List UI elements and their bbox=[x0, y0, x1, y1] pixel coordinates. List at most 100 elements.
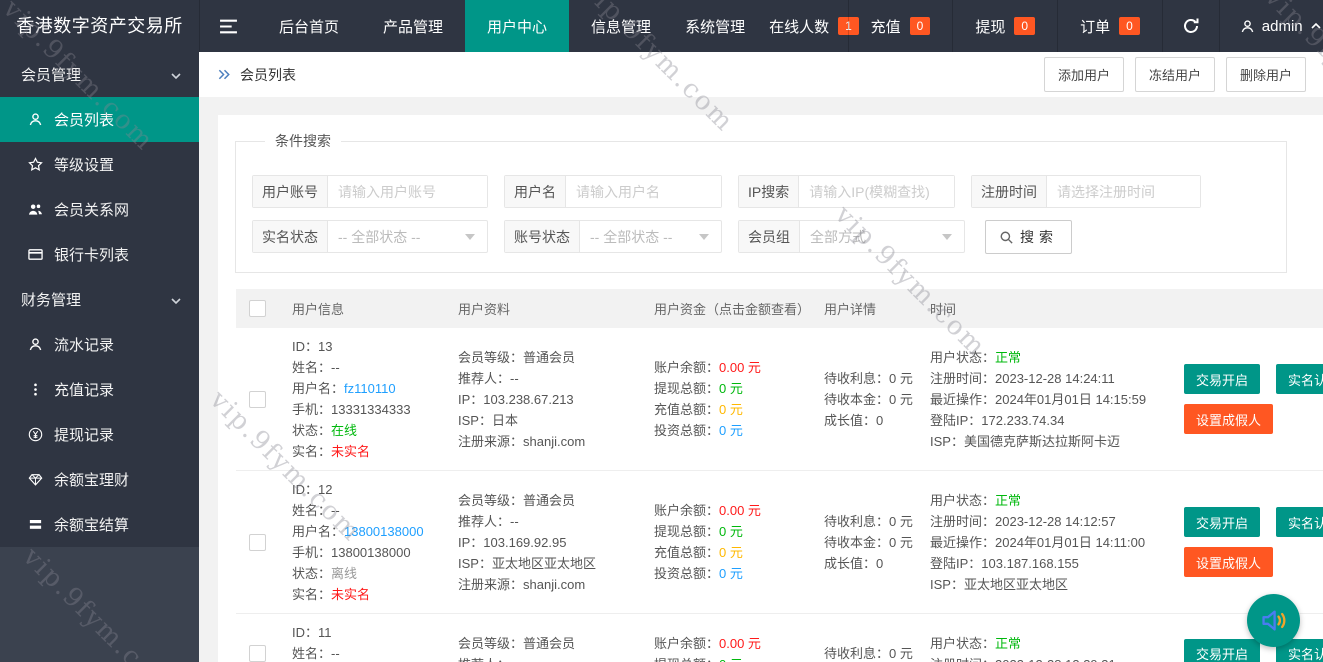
field-value[interactable]: 0.00 元 bbox=[719, 360, 761, 375]
search-input-4[interactable] bbox=[1047, 176, 1200, 207]
filter-select-1[interactable]: -- 全部状态 -- bbox=[328, 221, 487, 252]
field-value[interactable]: 0 元 bbox=[719, 524, 743, 539]
field-value: -- bbox=[331, 503, 340, 518]
user-time-cell: 用户状态：正常 注册时间：2023-12-28 14:24:11 最近操作：2024… bbox=[916, 347, 1170, 452]
field-value[interactable]: fz110110 bbox=[344, 381, 396, 396]
sidebar-group-6[interactable]: 财务管理 bbox=[0, 277, 199, 322]
field-line: 成长值：0 bbox=[824, 553, 916, 574]
field-line: 注册来源：shanji.com bbox=[458, 431, 640, 452]
field-value[interactable]: 0 元 bbox=[719, 381, 743, 396]
search-button[interactable]: 搜索 bbox=[985, 220, 1072, 254]
floating-audio-button[interactable] bbox=[1247, 594, 1300, 647]
search-input-1[interactable] bbox=[328, 176, 487, 207]
row-checkbox[interactable] bbox=[248, 390, 266, 408]
field-line: 姓名：-- bbox=[292, 357, 444, 378]
field-label: ID： bbox=[292, 625, 319, 640]
collapse-menu-button[interactable] bbox=[199, 0, 257, 52]
field-label: 待收利息： bbox=[824, 513, 890, 529]
field-line: ID：12 bbox=[292, 479, 444, 500]
field-label: 注册时间： bbox=[930, 657, 995, 662]
row-action-button-2[interactable]: 实名认证 bbox=[1276, 364, 1323, 394]
sidebar-item-3[interactable]: 等级设置 bbox=[0, 142, 199, 187]
field-value: -- bbox=[331, 360, 340, 375]
nav-item-label: 充值 bbox=[870, 18, 901, 36]
search-field-2: 用户名 bbox=[504, 175, 722, 208]
row-checkbox[interactable] bbox=[248, 533, 266, 551]
page-action-button-1[interactable]: 添加用户 bbox=[1043, 57, 1124, 92]
nav-item-2[interactable]: 产品管理 bbox=[361, 0, 465, 52]
select-all-checkbox[interactable] bbox=[248, 300, 266, 317]
search-input-3[interactable] bbox=[799, 176, 954, 207]
field-value[interactable]: 0.00 元 bbox=[719, 636, 761, 651]
row-action-button-3[interactable]: 设置成假人 bbox=[1184, 404, 1274, 434]
count-badge: 0 bbox=[1014, 17, 1036, 35]
sidebar-item-10[interactable]: 余额宝理财 bbox=[0, 457, 199, 502]
field-label: 成长值： bbox=[824, 555, 877, 571]
nav-item-1[interactable]: 后台首页 bbox=[257, 0, 361, 52]
sidebar-item-4[interactable]: 会员关系网 bbox=[0, 187, 199, 232]
search-row-1: 用户账号 用户名 IP搜索 注册时间 bbox=[252, 175, 1286, 208]
sidebar-item-11[interactable]: 余额宝结算 bbox=[0, 502, 199, 547]
field-line: 注册时间：2023-12-28 13:39:31 bbox=[930, 654, 1170, 662]
field-line: 用户状态：正常 bbox=[930, 490, 1170, 511]
field-value[interactable]: 13800138000 bbox=[344, 524, 424, 539]
users-icon bbox=[27, 202, 44, 217]
search-panel: 条件搜索 用户账号用户名IP搜索注册时间 实名状态-- 全部状态 --账号状态-… bbox=[235, 131, 1287, 273]
filter-select-3[interactable]: 全部方式 bbox=[800, 221, 964, 252]
field-line: 待收利息：0 元 bbox=[824, 368, 916, 389]
user-menu[interactable]: admin bbox=[1218, 0, 1323, 52]
field-label: 投资总额： bbox=[654, 566, 720, 581]
field-value[interactable]: 0 元 bbox=[719, 657, 743, 662]
field-line: 用户名：13800138000 bbox=[292, 521, 444, 542]
field-value: -- bbox=[510, 657, 519, 662]
row-action-button-1[interactable]: 交易开启 bbox=[1184, 638, 1261, 662]
user-info-cell: ID：13 姓名：-- 用户名：fz110110 手机：13331334333 状态：在… bbox=[278, 336, 444, 462]
field-label: 会员等级： bbox=[458, 635, 524, 651]
filter-select-2[interactable]: -- 全部状态 -- bbox=[580, 221, 721, 252]
nav-right-item-2[interactable]: 提现 0 bbox=[952, 0, 1057, 52]
sidebar-item-5[interactable]: 银行卡列表 bbox=[0, 232, 199, 277]
sidebar-item-label: 充值记录 bbox=[54, 382, 115, 399]
row-action-button-1[interactable]: 交易开启 bbox=[1184, 364, 1261, 394]
field-label: 用户状态： bbox=[930, 349, 996, 365]
field-value[interactable]: 0 元 bbox=[719, 423, 743, 438]
field-value: 12 bbox=[318, 482, 333, 497]
field-line: 用户状态：正常 bbox=[930, 347, 1170, 368]
page-action-button-2[interactable]: 冻结用户 bbox=[1134, 57, 1215, 92]
nav-right-item-1[interactable]: 充值 0 bbox=[847, 0, 953, 52]
sidebar-item-7[interactable]: 流水记录 bbox=[0, 322, 199, 367]
row-checkbox-cell bbox=[236, 390, 278, 408]
nav-item-5[interactable]: 系统管理 bbox=[673, 0, 757, 52]
row-action-button-2[interactable]: 实名认证 bbox=[1276, 507, 1323, 537]
field-value[interactable]: 0.00 元 bbox=[719, 503, 761, 518]
field-line: 充值总额：0 元 bbox=[654, 399, 824, 420]
nav-item-3[interactable]: 用户中心 bbox=[465, 0, 570, 52]
nav-item-4[interactable]: 信息管理 bbox=[569, 0, 673, 52]
field-line: 用户状态：正常 bbox=[930, 633, 1170, 654]
field-value[interactable]: 0 元 bbox=[719, 566, 743, 581]
field-line: 会员等级：普通会员 bbox=[458, 633, 640, 654]
field-label: 提现总额： bbox=[654, 524, 720, 539]
field-value[interactable]: 0 元 bbox=[719, 545, 743, 560]
row-actions-cell: 交易开启实名认证 bbox=[1170, 638, 1323, 662]
field-value: -- bbox=[331, 646, 340, 661]
sidebar-item-8[interactable]: 充值记录 bbox=[0, 367, 199, 412]
field-label: 状态： bbox=[292, 423, 332, 438]
row-action-button-3[interactable]: 设置成假人 bbox=[1184, 547, 1274, 577]
search-input-2[interactable] bbox=[566, 176, 721, 207]
row-checkbox[interactable] bbox=[248, 645, 266, 662]
field-value: 0 元 bbox=[889, 370, 913, 386]
search-field-4: 注册时间 bbox=[971, 175, 1201, 208]
sidebar-item-2[interactable]: 会员列表 bbox=[0, 97, 199, 142]
field-value: shanji.com bbox=[523, 576, 586, 592]
field-line: 待收本金：0 元 bbox=[824, 532, 916, 553]
refresh-button[interactable] bbox=[1161, 0, 1219, 52]
field-value[interactable]: 0 元 bbox=[719, 402, 743, 417]
sidebar-group-1[interactable]: 会员管理 bbox=[0, 52, 199, 97]
field-label: ID： bbox=[292, 482, 319, 497]
user-name: admin bbox=[1261, 17, 1303, 35]
row-action-button-1[interactable]: 交易开启 bbox=[1184, 507, 1261, 537]
sidebar-item-9[interactable]: 提现记录 bbox=[0, 412, 199, 457]
nav-right-item-3[interactable]: 订单 0 bbox=[1057, 0, 1162, 52]
page-action-button-3[interactable]: 删除用户 bbox=[1225, 57, 1306, 92]
